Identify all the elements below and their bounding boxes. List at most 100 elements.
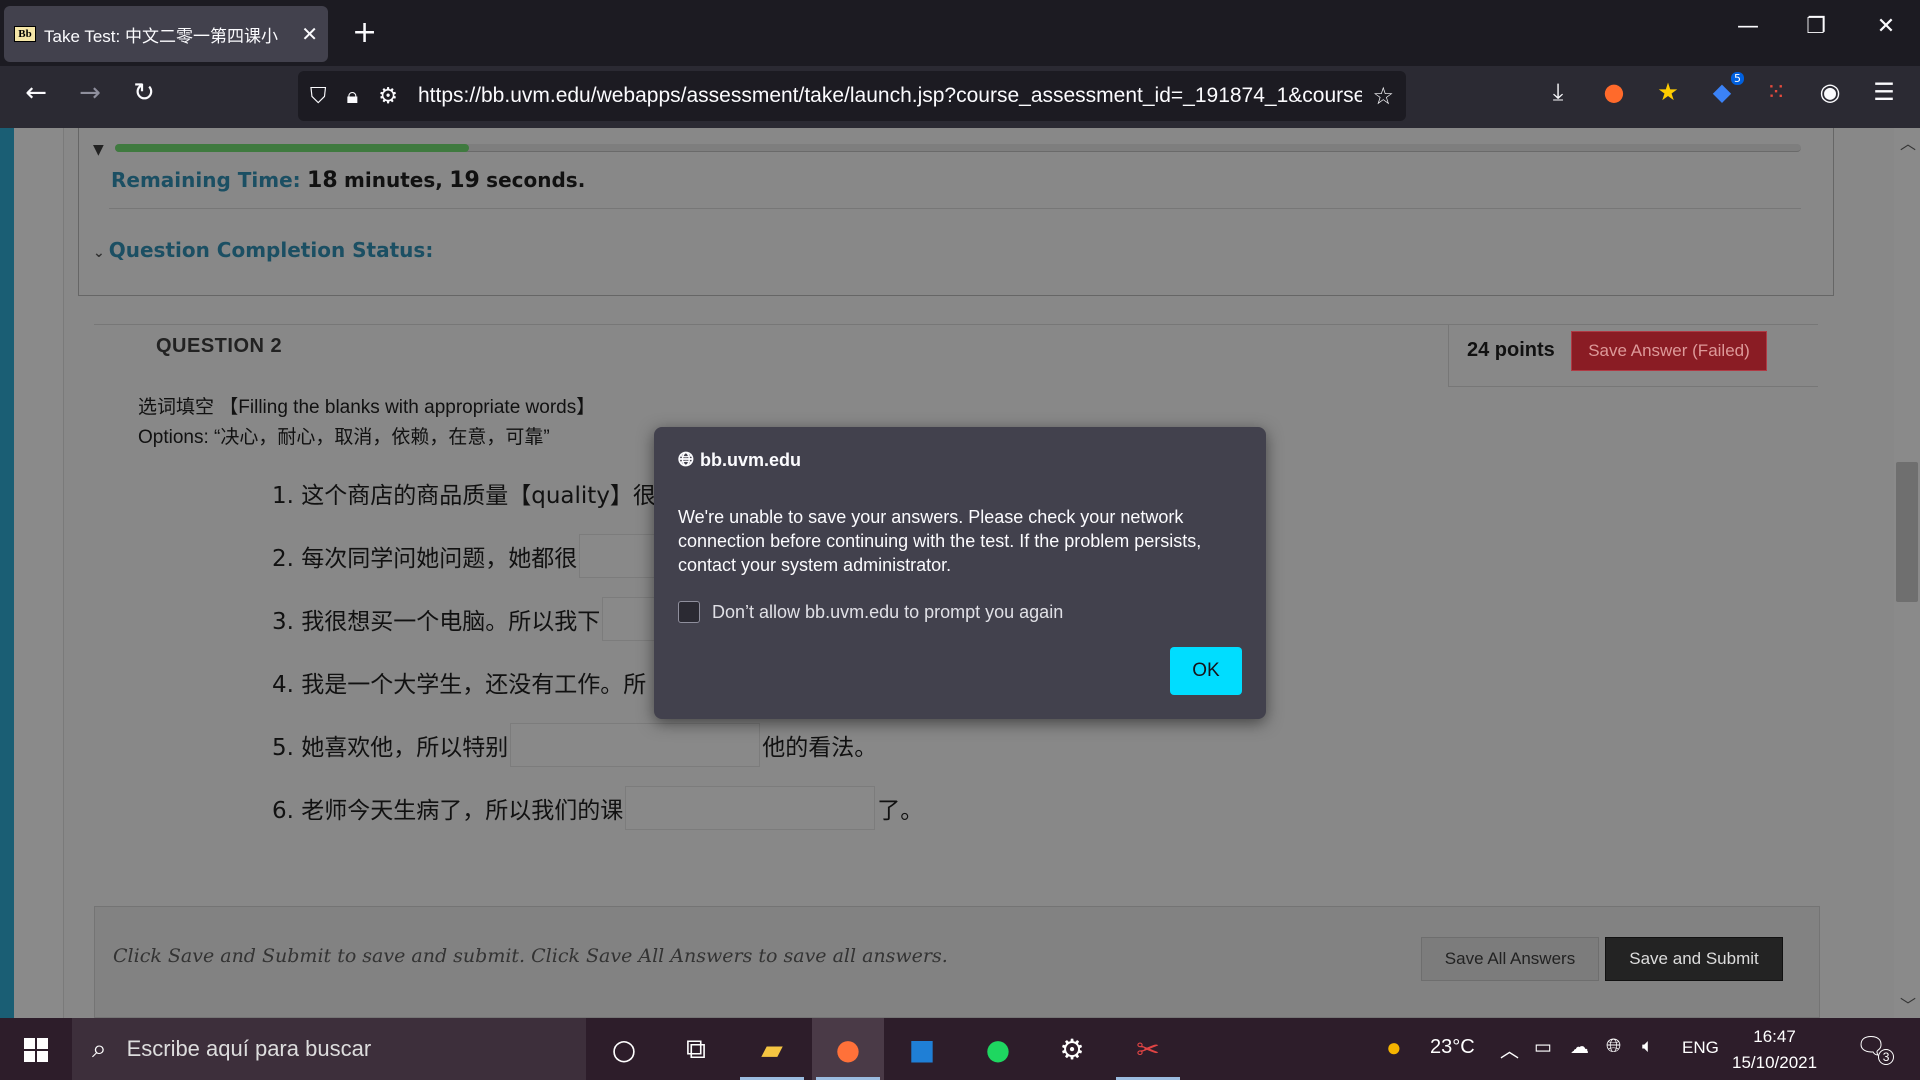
clock-time: 16:47 <box>1753 1027 1796 1046</box>
browser-tab[interactable]: Bb Take Test: 中文二零一第四课小 ✕ <box>4 6 328 62</box>
extension-badge: 5 <box>1731 72 1744 85</box>
fill-blank-item: 5. 她喜欢他，所以特别 他的看法。 <box>272 713 923 776</box>
download-icon[interactable]: ⤓ <box>1540 78 1576 106</box>
minutes-unit: minutes, <box>344 168 443 192</box>
onedrive-icon[interactable]: ☁︎ <box>1570 1036 1589 1059</box>
notification-count: 3 <box>1877 1049 1895 1065</box>
item-text: 6. 老师今天生病了，所以我们的课 <box>272 797 624 824</box>
minimize-icon[interactable]: — <box>1728 14 1768 39</box>
navigation-bar: ← → ↻ ⛉ 🔒︎ ⚙︎ https://bb.uvm.edu/webapps… <box>0 66 1920 128</box>
question-points: 24 points <box>1467 339 1555 361</box>
lock-icon[interactable]: 🔒︎ <box>347 84 359 109</box>
clock-date: 15/10/2021 <box>1732 1053 1818 1072</box>
menu-icon[interactable]: ☰ <box>1866 78 1902 106</box>
checkbox-box[interactable] <box>678 601 700 623</box>
extension-fox-icon[interactable]: ● <box>1596 78 1632 106</box>
item-text: 5. 她喜欢他，所以特别 <box>272 734 509 761</box>
tray-overflow-icon[interactable]: ︿ <box>1500 1036 1519 1063</box>
save-and-submit-button[interactable]: Save and Submit <box>1605 937 1783 981</box>
firefox-icon[interactable]: ● <box>812 1018 884 1080</box>
dont-allow-prompt-checkbox[interactable]: Don’t allow bb.uvm.edu to prompt you aga… <box>678 601 1063 623</box>
extension-ublock-icon[interactable]: ◆ 5 <box>1704 72 1744 106</box>
scroll-up-icon[interactable]: ︿ <box>1900 130 1916 154</box>
new-tab-icon[interactable]: + <box>352 14 377 52</box>
reload-icon[interactable]: ↻ <box>124 78 164 108</box>
double-chevron-down-icon: ⌄ <box>93 245 105 261</box>
submit-bar: Click Save and Submit to save and submit… <box>94 906 1820 1018</box>
restore-icon[interactable]: ❐ <box>1796 14 1836 39</box>
permissions-icon[interactable]: ⚙︎ <box>378 84 398 109</box>
seconds-unit: seconds. <box>486 168 586 192</box>
left-margin <box>14 128 64 1018</box>
dialog-message: We're unable to save your answers. Pleas… <box>678 507 1202 575</box>
question-instructions: 选词填空 【Filling the blanks with appropriat… <box>138 393 595 453</box>
remaining-time-label: Remaining Time: <box>111 168 301 192</box>
file-explorer-icon[interactable]: ▰ <box>736 1018 808 1080</box>
volume-icon[interactable]: 🔈︎ <box>1642 1036 1653 1058</box>
task-view-icon[interactable]: ⧉ <box>660 1018 732 1080</box>
extension-grid-icon[interactable]: ⁙ <box>1758 78 1794 106</box>
dialog-origin: 🌐︎ bb.uvm.edu <box>678 449 801 472</box>
submit-instructions: Click Save and Submit to save and submit… <box>113 945 948 967</box>
extension-star-icon[interactable]: ★ <box>1650 78 1686 106</box>
spotify-icon[interactable]: ● <box>962 1018 1034 1080</box>
bookmark-star-icon[interactable]: ☆ <box>1372 82 1394 110</box>
notifications-icon[interactable]: 🗨︎ 3 <box>1856 1032 1895 1065</box>
time-progress-fill <box>115 144 470 152</box>
item-text: 4. 我是一个大学生，还没有工作。所 <box>272 671 647 698</box>
answer-input[interactable] <box>625 785 876 830</box>
question-completion-toggle[interactable]: ⌄ Question Completion Status: <box>93 238 433 262</box>
taskbar-search[interactable]: ⌕ Escribe aquí para buscar <box>72 1018 586 1080</box>
divider <box>109 208 1801 209</box>
blackboard-favicon-icon: Bb <box>14 26 36 42</box>
search-placeholder: Escribe aquí para buscar <box>126 1036 372 1061</box>
ok-button[interactable]: OK <box>1170 647 1242 695</box>
windows-taskbar: ⌕ Escribe aquí para buscar ○ ⧉ ▰ ● ■ ● ⚙… <box>0 1018 1920 1080</box>
outlook-icon[interactable]: ■ <box>886 1018 958 1080</box>
save-answer-failed-button[interactable]: Save Answer (Failed) <box>1571 331 1767 371</box>
options-line: Options: “决心，耐心，取消，依赖，在意，可靠” <box>138 427 550 448</box>
battery-icon[interactable]: ▭ <box>1534 1036 1552 1059</box>
clock[interactable]: 16:47 15/10/2021 <box>1732 1024 1817 1076</box>
forward-icon[interactable]: → <box>70 78 110 108</box>
windows-start-icon[interactable] <box>14 1032 56 1066</box>
network-error-dialog: 🌐︎ bb.uvm.edu We're unable to save your … <box>654 427 1266 719</box>
snipping-tool-icon[interactable]: ✂︎ <box>1112 1018 1184 1080</box>
timer-panel: ▼ Remaining Time: 18 minutes, 19 seconds… <box>78 128 1834 296</box>
shield-icon[interactable]: ⛉ <box>310 84 327 109</box>
remaining-seconds: 19 <box>449 168 480 193</box>
tab-close-icon[interactable]: ✕ <box>301 22 318 47</box>
window-close-icon[interactable]: ✕ <box>1866 14 1906 39</box>
back-icon[interactable]: ← <box>16 78 56 108</box>
extension-eye-icon[interactable]: ◉ <box>1812 78 1848 106</box>
cortana-icon[interactable]: ○ <box>588 1018 660 1080</box>
collapse-triangle-icon[interactable]: ▼ <box>93 142 104 158</box>
item-text-after: 他的看法。 <box>762 734 878 761</box>
dialog-origin-text: bb.uvm.edu <box>700 450 802 470</box>
checkbox-label[interactable]: Don’t allow bb.uvm.edu to prompt you aga… <box>712 602 1063 623</box>
remaining-time: Remaining Time: 18 minutes, 19 seconds. <box>111 168 585 193</box>
url-bar[interactable]: ⛉ 🔒︎ ⚙︎ https://bb.uvm.edu/webapps/asses… <box>298 71 1406 121</box>
question-title: QUESTION 2 <box>156 335 283 357</box>
instruction-line: 选词填空 【Filling the blanks with appropriat… <box>138 397 596 418</box>
page-scrollbar[interactable]: ︿ ﹀ <box>1894 128 1920 1018</box>
remaining-minutes: 18 <box>307 168 338 193</box>
scroll-down-icon[interactable]: ﹀ <box>1900 992 1916 1016</box>
weather-sun-icon[interactable]: ● <box>1386 1032 1402 1063</box>
temperature[interactable]: 23°C <box>1430 1036 1475 1059</box>
save-all-answers-button[interactable]: Save All Answers <box>1421 937 1599 981</box>
item-text: 2. 每次同学问她问题，她都很 <box>272 545 578 572</box>
network-globe-icon[interactable]: 🌐︎ <box>1606 1036 1621 1058</box>
points-box: 24 points Save Answer (Failed) <box>1448 325 1818 387</box>
input-language[interactable]: ENG <box>1682 1038 1719 1058</box>
scrollbar-thumb[interactable] <box>1896 462 1918 602</box>
tab-bar: Bb Take Test: 中文二零一第四课小 ✕ + — ❐ ✕ <box>0 0 1920 66</box>
item-text: 1. 这个商店的商品质量【quality】很 <box>272 482 656 509</box>
item-text-after: 了。 <box>877 797 924 824</box>
globe-icon: 🌐︎ <box>678 449 694 471</box>
answer-input[interactable] <box>510 722 761 767</box>
question-completion-label: Question Completion Status: <box>108 238 434 262</box>
settings-gear-icon[interactable]: ⚙︎ <box>1036 1018 1108 1080</box>
url-text[interactable]: https://bb.uvm.edu/webapps/assessment/ta… <box>418 84 1363 108</box>
left-accent-bar <box>0 128 14 1018</box>
